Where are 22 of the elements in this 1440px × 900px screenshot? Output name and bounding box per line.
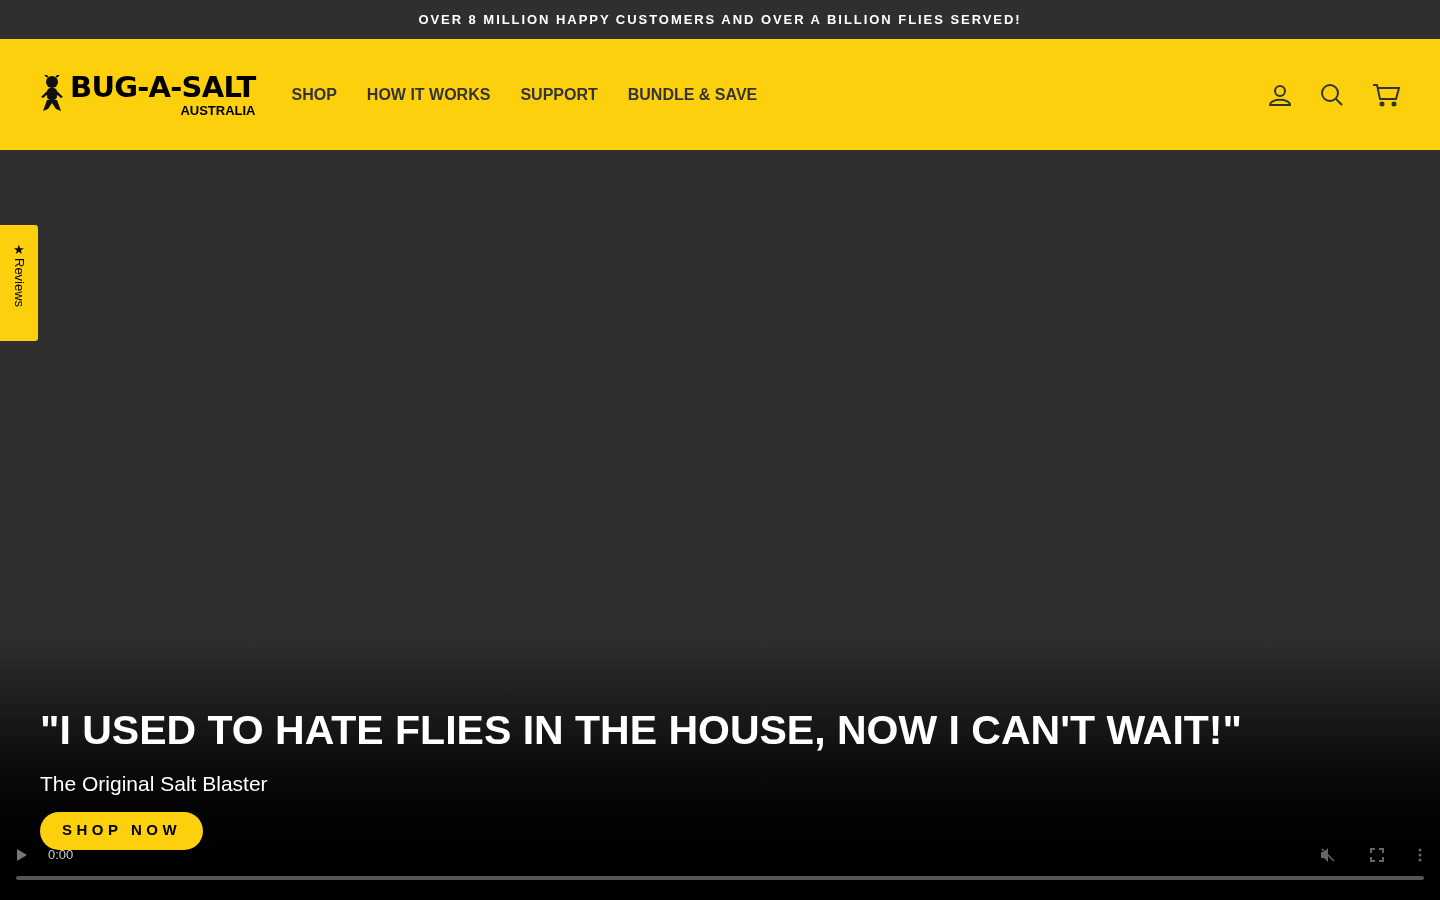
reviews-label: Reviews xyxy=(12,258,26,308)
nav-link[interactable]: HOW IT WORKS xyxy=(366,82,491,107)
muted-speaker-icon[interactable] xyxy=(1320,846,1336,863)
star-icon: ★ xyxy=(13,243,25,256)
nav-link[interactable]: SHOP xyxy=(291,82,337,107)
logo-region: AUSTRALIA xyxy=(180,103,256,117)
play-icon[interactable] xyxy=(16,847,28,862)
nav-link[interactable]: SUPPORT xyxy=(520,82,598,107)
cart-icon[interactable] xyxy=(1372,82,1400,107)
announcement-text: OVER 8 MILLION HAPPY CUSTOMERS AND OVER A BILLION FLIES SERVED! xyxy=(418,10,1022,29)
progress-track[interactable] xyxy=(16,876,1424,880)
account-icon[interactable] xyxy=(1268,82,1292,107)
nav-link[interactable]: BUNDLE & SAVE xyxy=(627,82,758,107)
logo-wordmark: BUG-A-SALT xyxy=(70,72,256,102)
hero-headline: "I USED TO HATE FLIES IN THE HOUSE, NOW I CAN'T WAIT!" xyxy=(40,710,1242,751)
reviews-tab[interactable]: ★ Reviews xyxy=(0,225,38,341)
logo[interactable]: BUG-A-SALT AUSTRALIA xyxy=(40,72,256,117)
shop-now-button[interactable]: SHOP NOW xyxy=(40,811,204,850)
more-icon[interactable] xyxy=(1418,847,1422,862)
fullscreen-icon[interactable] xyxy=(1370,847,1384,862)
search-icon[interactable] xyxy=(1320,82,1344,107)
hero-subtitle: The Original Salt Blaster xyxy=(40,771,268,797)
